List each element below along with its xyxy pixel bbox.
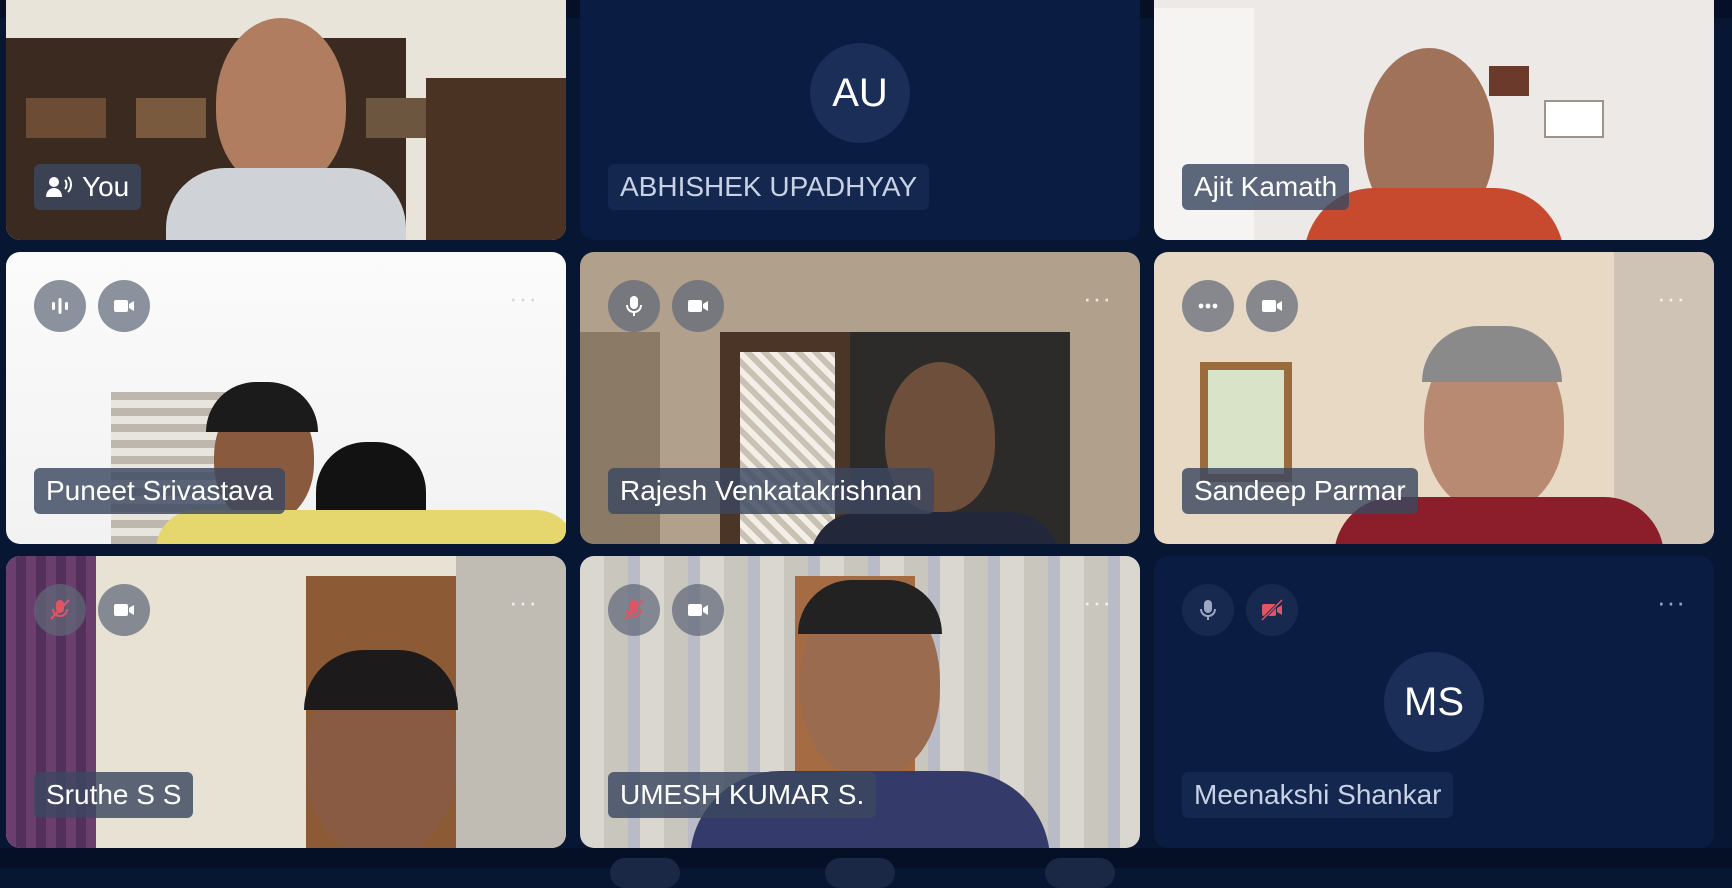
participant-name-label: ABHISHEK UPADHYAY <box>608 164 930 210</box>
control-button-partial[interactable] <box>610 858 680 888</box>
camera-button[interactable] <box>98 584 150 636</box>
person-speaking-icon <box>46 176 72 198</box>
camera-button[interactable] <box>672 280 724 332</box>
more-options-icon[interactable]: ··· <box>509 589 538 615</box>
more-options-icon[interactable]: ··· <box>1083 285 1112 311</box>
more-options-icon[interactable]: ··· <box>1657 285 1686 311</box>
participant-name-label: Meenakshi Shankar <box>1182 772 1454 818</box>
participant-name-label: Sruthe S S <box>34 772 194 818</box>
participant-name-label: UMESH KUMAR S. <box>608 772 877 818</box>
participant-tile-sruthe[interactable]: ··· Sruthe S S <box>6 556 566 848</box>
avatar: AU <box>810 43 910 143</box>
audio-level-icon <box>52 298 68 314</box>
control-button-partial[interactable] <box>825 858 895 888</box>
camera-icon <box>688 300 708 312</box>
camera-icon <box>114 604 134 616</box>
control-button-partial[interactable] <box>1045 858 1115 888</box>
more-options-icon[interactable]: ··· <box>1083 589 1112 615</box>
participant-tile-abhishek[interactable]: AU ABHISHEK UPADHYAY <box>580 0 1140 240</box>
participant-tile-rajesh[interactable]: ··· Rajesh Venkatakrishnan <box>580 252 1140 544</box>
more-options-icon[interactable]: ··· <box>1657 589 1686 615</box>
more-options-icon[interactable]: ··· <box>509 285 538 311</box>
microphone-button[interactable] <box>608 280 660 332</box>
camera-icon <box>1262 300 1282 312</box>
microphone-button[interactable] <box>1182 584 1234 636</box>
participant-tile-you[interactable]: You <box>6 0 566 240</box>
microphone-icon <box>626 296 642 316</box>
camera-icon <box>688 604 708 616</box>
camera-icon <box>114 300 134 312</box>
microphone-muted-icon <box>624 599 644 620</box>
participant-tile-meenakshi[interactable]: ··· MS Meenakshi Shankar <box>1154 556 1714 848</box>
microphone-icon <box>1200 600 1216 620</box>
participant-name-label: Ajit Kamath <box>1182 164 1350 210</box>
audio-indicator-button[interactable] <box>34 280 86 332</box>
ellipsis-icon <box>1198 303 1218 309</box>
microphone-muted-button[interactable] <box>34 584 86 636</box>
participant-tile-puneet[interactable]: ··· Puneet Srivastava <box>6 252 566 544</box>
microphone-muted-icon <box>50 599 70 620</box>
microphone-muted-button[interactable] <box>608 584 660 636</box>
more-actions-button[interactable] <box>1182 280 1234 332</box>
camera-button[interactable] <box>1246 280 1298 332</box>
participant-name-label: Puneet Srivastava <box>34 468 286 514</box>
participant-tile-sandeep[interactable]: ··· Sandeep Parmar <box>1154 252 1714 544</box>
camera-button[interactable] <box>672 584 724 636</box>
camera-button[interactable] <box>98 280 150 332</box>
participant-tile-ajit[interactable]: Ajit Kamath <box>1154 0 1714 240</box>
participant-name-label: Rajesh Venkatakrishnan <box>608 468 934 514</box>
bottom-control-bar <box>0 848 1732 888</box>
avatar: MS <box>1384 652 1484 752</box>
participant-tile-umesh[interactable]: ··· UMESH KUMAR S. <box>580 556 1140 848</box>
camera-off-icon <box>1260 598 1284 622</box>
participant-name-label: You <box>34 164 142 210</box>
camera-off-button[interactable] <box>1246 584 1298 636</box>
participant-name-label: Sandeep Parmar <box>1182 468 1418 514</box>
